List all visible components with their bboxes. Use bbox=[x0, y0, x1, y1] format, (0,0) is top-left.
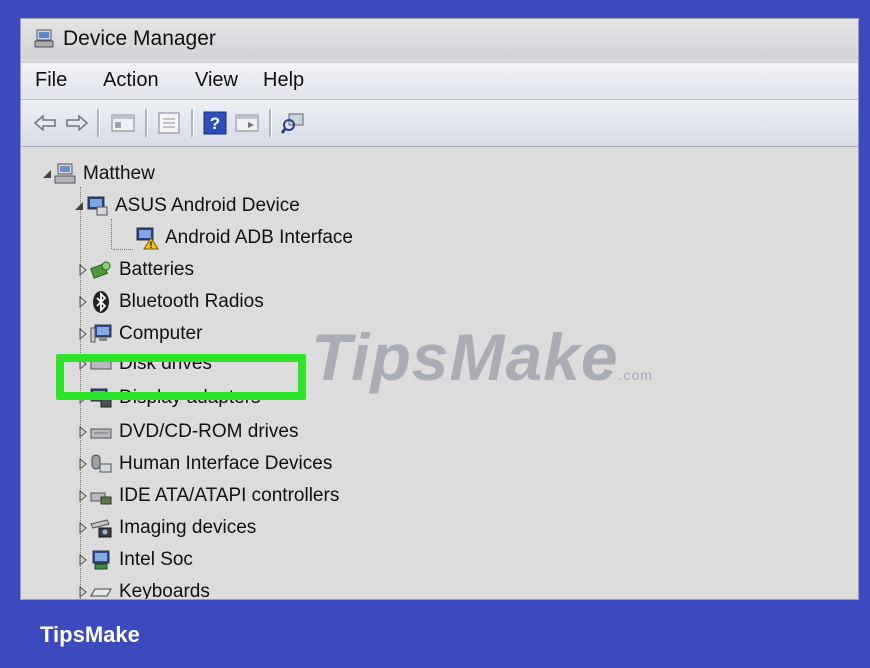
tree-line bbox=[111, 219, 112, 249]
expand-arrow-icon[interactable] bbox=[77, 490, 89, 502]
android-device-icon bbox=[87, 196, 108, 216]
collapse-arrow-icon[interactable] bbox=[41, 168, 53, 180]
computer-root-icon bbox=[54, 163, 76, 184]
scan-hardware-icon bbox=[281, 113, 304, 134]
hid-icon bbox=[91, 454, 112, 473]
back-arrow-icon bbox=[33, 114, 56, 132]
tree-item-human-interface-devices[interactable]: Human Interface Devices bbox=[77, 449, 332, 479]
watermark-suffix: .com bbox=[618, 367, 653, 383]
bluetooth-icon bbox=[93, 291, 109, 313]
help-button[interactable]: ? bbox=[201, 109, 229, 137]
tree-item-label: Human Interface Devices bbox=[119, 453, 333, 474]
highlight-box bbox=[56, 354, 306, 400]
tree-item-label: ASUS Android Device bbox=[115, 195, 300, 216]
tree-root-label: Matthew bbox=[83, 163, 155, 184]
tree-item-keyboards[interactable]: Keyboards bbox=[77, 577, 210, 600]
menu-help[interactable]: Help bbox=[263, 69, 304, 92]
tree-item-label: Imaging devices bbox=[119, 517, 257, 538]
menu-file[interactable]: File bbox=[35, 69, 67, 92]
forward-button[interactable] bbox=[63, 109, 91, 137]
tree-item-bluetooth-radios[interactable]: Bluetooth Radios bbox=[77, 287, 264, 317]
toolbar-separator bbox=[97, 109, 100, 137]
tree-item-imaging-devices[interactable]: Imaging devices bbox=[77, 513, 256, 543]
tree-root[interactable]: Matthew bbox=[41, 159, 155, 189]
expand-arrow-icon[interactable] bbox=[77, 426, 89, 438]
watermark: TipsMake.com bbox=[311, 319, 653, 395]
footer-brand: TipsMake bbox=[40, 622, 140, 647]
tree-item-label: Bluetooth Radios bbox=[119, 291, 264, 312]
properties-button[interactable] bbox=[155, 109, 183, 137]
toolbar: ? bbox=[21, 100, 858, 147]
title-bar: Device Manager bbox=[21, 19, 858, 59]
tree-item-label: Keyboards bbox=[119, 581, 210, 600]
menu-view[interactable]: View bbox=[195, 69, 238, 92]
help-icon: ? bbox=[203, 111, 227, 135]
adb-warning-icon: ! bbox=[136, 227, 159, 250]
show-hide-tree-icon bbox=[111, 114, 135, 132]
tree-item-dvd-cd-rom-drives[interactable]: DVD/CD-ROM drives bbox=[77, 417, 298, 447]
expand-arrow-icon[interactable] bbox=[77, 554, 89, 566]
tree-item-asus-android-device[interactable]: ASUS Android Device bbox=[73, 191, 300, 221]
expand-arrow-icon[interactable] bbox=[77, 458, 89, 470]
tree-item-label: Android ADB Interface bbox=[165, 227, 353, 248]
back-button[interactable] bbox=[31, 109, 59, 137]
svg-text:!: ! bbox=[150, 240, 153, 250]
tree-item-label: Batteries bbox=[119, 259, 194, 280]
tree-item-label: Computer bbox=[119, 323, 203, 344]
device-manager-icon bbox=[34, 29, 54, 48]
tree-item-label: IDE ATA/ATAPI controllers bbox=[119, 485, 340, 506]
menu-bar: File Action View Help bbox=[21, 62, 858, 100]
tree-line bbox=[113, 249, 133, 250]
scan-hardware-button[interactable] bbox=[279, 109, 307, 137]
tree-item-ide-ata-atapi-controllers[interactable]: IDE ATA/ATAPI controllers bbox=[77, 481, 339, 511]
keyboard-icon bbox=[90, 588, 112, 597]
device-manager-window: Device Manager File Action View Help ? M… bbox=[20, 18, 859, 600]
expand-arrow-icon[interactable] bbox=[77, 264, 89, 276]
tree-item-batteries[interactable]: Batteries bbox=[77, 255, 194, 285]
tree-item-computer[interactable]: Computer bbox=[77, 319, 202, 349]
tree-item-label: DVD/CD-ROM drives bbox=[119, 421, 299, 442]
computer-icon bbox=[90, 324, 112, 343]
expand-arrow-icon[interactable] bbox=[77, 586, 89, 598]
toolbar-separator bbox=[269, 109, 272, 137]
show-hide-tree-button[interactable] bbox=[109, 109, 137, 137]
toolbar-separator bbox=[191, 109, 194, 137]
tree-item-intel-soc[interactable]: Intel Soc bbox=[77, 545, 193, 575]
expand-arrow-icon[interactable] bbox=[77, 328, 89, 340]
dvd-drive-icon bbox=[90, 428, 112, 439]
imaging-device-icon bbox=[90, 519, 112, 538]
intel-soc-icon bbox=[92, 550, 110, 570]
tree-item-label: Intel Soc bbox=[119, 549, 193, 570]
tree-item-android-adb-interface[interactable]: ! Android ADB Interface bbox=[135, 223, 353, 253]
run-button[interactable] bbox=[233, 109, 261, 137]
svg-text:?: ? bbox=[210, 114, 220, 133]
run-icon bbox=[235, 114, 259, 132]
toolbar-separator bbox=[145, 109, 148, 137]
expand-arrow-icon[interactable] bbox=[77, 522, 89, 534]
watermark-text: TipsMake bbox=[311, 320, 619, 394]
menu-action[interactable]: Action bbox=[103, 69, 159, 92]
battery-icon bbox=[90, 261, 111, 279]
collapse-arrow-icon[interactable] bbox=[73, 200, 85, 212]
window-title: Device Manager bbox=[63, 27, 216, 50]
ide-controller-icon bbox=[90, 492, 112, 505]
properties-icon bbox=[158, 112, 180, 134]
expand-arrow-icon[interactable] bbox=[77, 296, 89, 308]
forward-arrow-icon bbox=[66, 114, 89, 132]
